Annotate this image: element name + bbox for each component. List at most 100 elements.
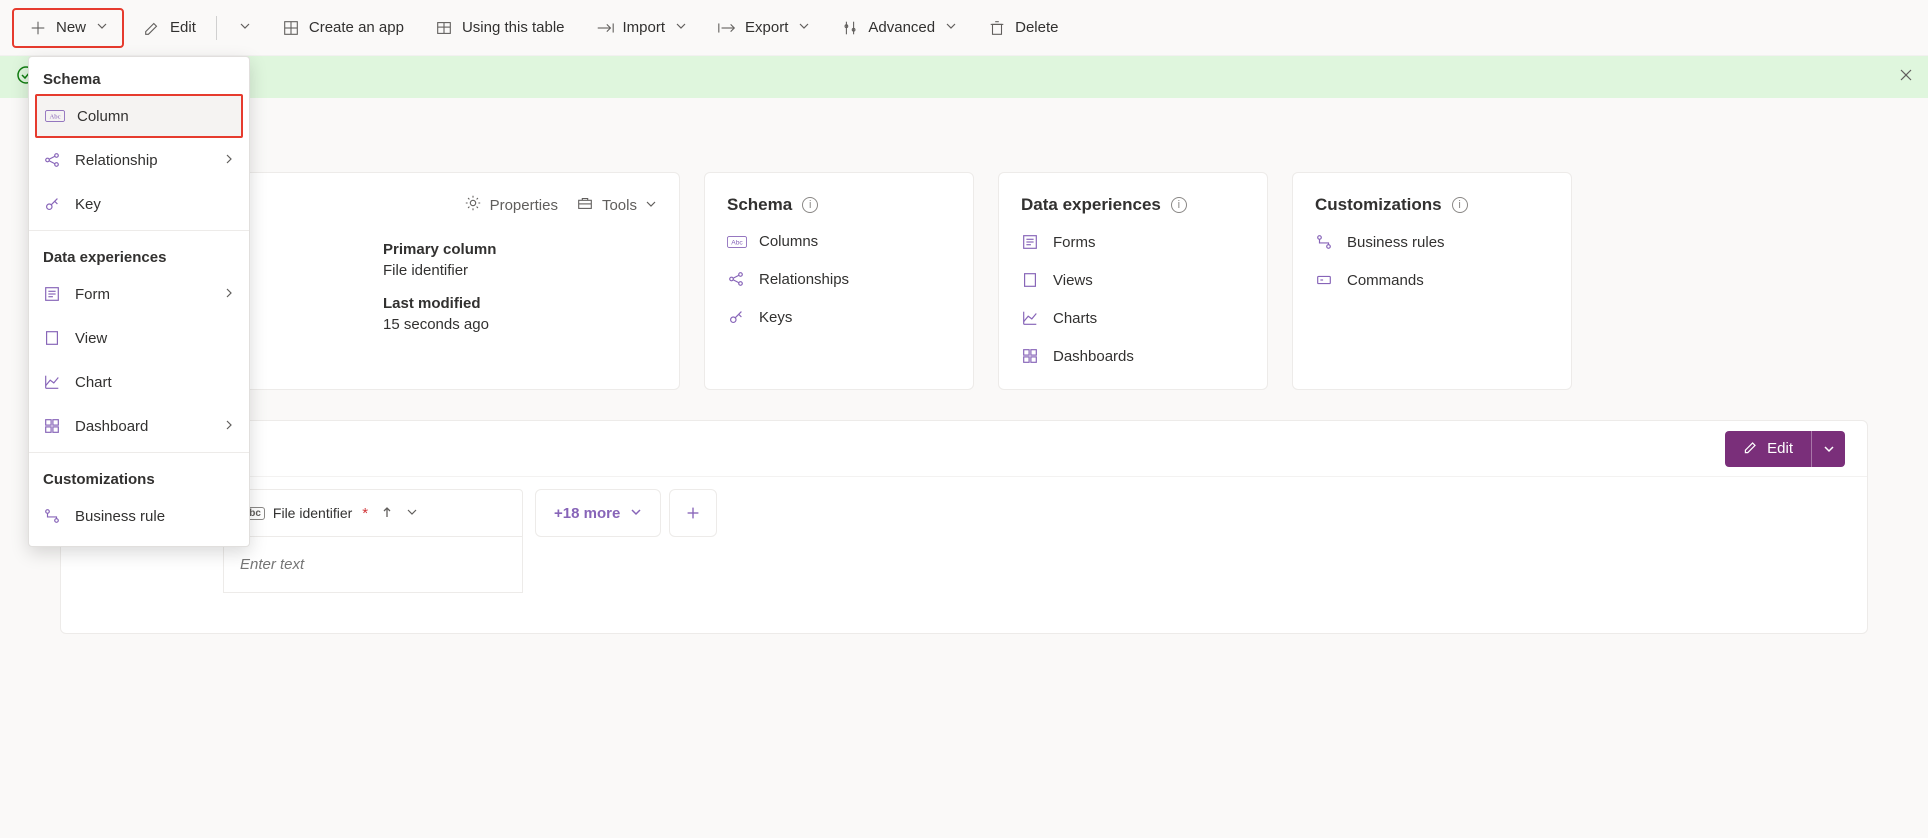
info-icon[interactable]: i [802, 197, 818, 213]
delete-label: Delete [1015, 19, 1058, 36]
pencil-icon [1743, 439, 1759, 459]
trash-icon [987, 18, 1007, 38]
business-rules-link[interactable]: Business rules [1315, 233, 1549, 251]
commands-link[interactable]: Commands [1315, 271, 1549, 289]
views-link[interactable]: Views [1021, 271, 1245, 289]
column-header-file-identifier[interactable]: Abc File identifier * [223, 489, 523, 537]
properties-button[interactable]: Properties [464, 194, 558, 216]
chevron-down-icon [798, 19, 810, 36]
table-icon [434, 18, 454, 38]
form-icon [43, 285, 63, 303]
edit-main-button[interactable]: Edit [1725, 431, 1811, 467]
required-asterisk: * [362, 505, 368, 522]
menu-item-business-rule[interactable]: Business rule [29, 494, 249, 538]
grid-icon [281, 18, 301, 38]
edit-button[interactable]: Edit [130, 8, 208, 48]
key-icon [727, 308, 747, 326]
menu-item-relationship[interactable]: Relationship [29, 138, 249, 182]
menu-item-view[interactable]: View [29, 316, 249, 360]
menu-item-chart[interactable]: Chart [29, 360, 249, 404]
schema-card: Schema i Abc Columns Relationships [704, 172, 974, 390]
menu-item-label: Column [77, 108, 233, 125]
command-bar: New Edit Create an app Using this table … [0, 0, 1928, 56]
cell-input-row [223, 537, 523, 593]
svg-text:Abc: Abc [731, 239, 743, 246]
new-button[interactable]: New [12, 8, 124, 48]
using-table-button[interactable]: Using this table [422, 8, 577, 48]
forms-link[interactable]: Forms [1021, 233, 1245, 251]
info-icon[interactable]: i [1171, 197, 1187, 213]
advanced-label: Advanced [868, 19, 935, 36]
rule-icon [1315, 233, 1335, 251]
table-panel: columns and data Edit Abc [60, 420, 1868, 634]
last-modified-value: 15 seconds ago [383, 316, 496, 333]
menu-item-column[interactable]: Abc Column [35, 94, 243, 138]
menu-divider [29, 230, 249, 231]
more-columns-label: +18 more [554, 505, 620, 522]
menu-item-label: Key [75, 196, 235, 213]
edit-chevron[interactable] [225, 8, 263, 48]
link-label: Charts [1053, 310, 1097, 327]
primary-column-value: File identifier [383, 262, 496, 279]
advanced-button[interactable]: Advanced [828, 8, 969, 48]
chevron-down-icon [630, 505, 642, 522]
success-banner [0, 56, 1928, 98]
menu-item-label: Business rule [75, 508, 235, 525]
menu-section-data-exp: Data experiences [29, 235, 249, 272]
menu-section-customizations: Customizations [29, 457, 249, 494]
menu-divider [29, 452, 249, 453]
schema-card-title: Schema [727, 195, 792, 215]
tools-label: Tools [602, 197, 637, 214]
delete-button[interactable]: Delete [975, 8, 1070, 48]
form-icon [1021, 233, 1041, 251]
separator [216, 16, 217, 40]
tools-button[interactable]: Tools [576, 194, 657, 216]
chevron-right-icon [223, 286, 235, 303]
link-label: Views [1053, 272, 1093, 289]
info-icon[interactable]: i [1452, 197, 1468, 213]
menu-item-label: Dashboard [75, 418, 211, 435]
dashboard-icon [43, 417, 63, 435]
menu-item-dashboard[interactable]: Dashboard [29, 404, 249, 448]
sliders-icon [840, 18, 860, 38]
export-button[interactable]: Export [705, 8, 822, 48]
menu-item-label: Chart [75, 374, 235, 391]
columns-link[interactable]: Abc Columns [727, 233, 951, 250]
create-app-button[interactable]: Create an app [269, 8, 416, 48]
link-label: Relationships [759, 271, 849, 288]
cell-input[interactable] [238, 555, 508, 574]
properties-label: Properties [490, 197, 558, 214]
menu-section-schema: Schema [29, 57, 249, 94]
menu-item-form[interactable]: Form [29, 272, 249, 316]
last-modified-label: Last modified [383, 295, 496, 312]
chevron-right-icon [223, 418, 235, 435]
close-icon[interactable] [1898, 67, 1914, 87]
charts-link[interactable]: Charts [1021, 309, 1245, 327]
command-icon [1315, 271, 1335, 289]
primary-column-label: Primary column [383, 241, 496, 258]
chevron-down-icon[interactable] [406, 505, 418, 522]
edit-chevron-button[interactable] [1811, 431, 1845, 467]
keys-link[interactable]: Keys [727, 308, 951, 326]
create-app-label: Create an app [309, 19, 404, 36]
link-label: Keys [759, 309, 792, 326]
gear-icon [464, 194, 482, 216]
dashboards-link[interactable]: Dashboards [1021, 347, 1245, 365]
customizations-card: Customizations i Business rules Commands [1292, 172, 1572, 390]
svg-text:Abc: Abc [49, 114, 60, 121]
add-column-button[interactable] [669, 489, 717, 537]
link-label: Dashboards [1053, 348, 1134, 365]
rule-icon [43, 507, 63, 525]
chevron-down-icon [675, 19, 687, 36]
view-icon [43, 329, 63, 347]
menu-item-label: Relationship [75, 152, 211, 169]
menu-item-key[interactable]: Key [29, 182, 249, 226]
import-button[interactable]: Import [583, 8, 700, 48]
abc-icon: Abc [45, 109, 65, 123]
relationships-link[interactable]: Relationships [727, 270, 951, 288]
chevron-down-icon [239, 19, 251, 36]
summary-cards: Properties Tools Primary column File ide [60, 172, 1868, 390]
share-icon [727, 270, 747, 288]
more-columns-button[interactable]: +18 more [535, 489, 661, 537]
column-name: File identifier [273, 505, 352, 521]
